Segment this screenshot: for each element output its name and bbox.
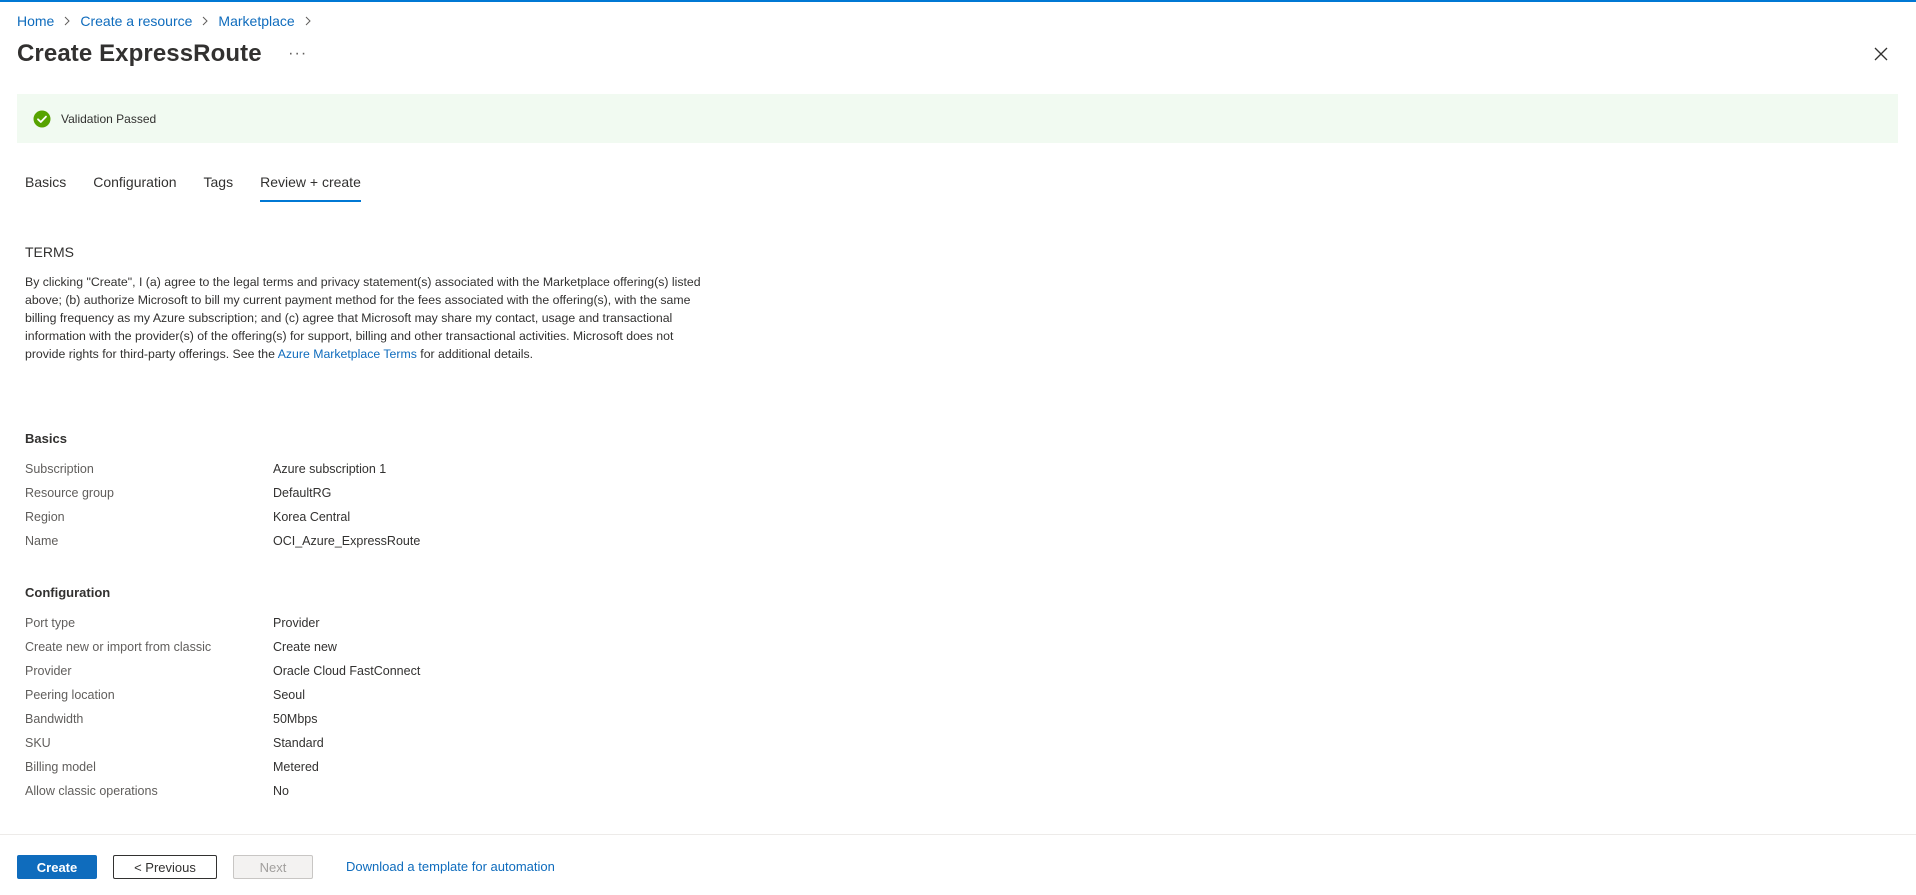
configuration-section-title: Configuration	[25, 585, 111, 600]
summary-label: Allow classic operations	[25, 784, 158, 798]
summary-value: Oracle Cloud FastConnect	[273, 664, 421, 678]
summary-row: Create new or import from classic Create…	[25, 635, 725, 659]
summary-label: Billing model	[25, 760, 96, 774]
summary-label: Peering location	[25, 688, 115, 702]
summary-value: Create new	[273, 640, 337, 654]
summary-value: Korea Central	[273, 510, 351, 524]
summary-row: Name OCI_Azure_ExpressRoute	[25, 529, 725, 553]
more-options-icon[interactable]: ···	[286, 45, 310, 63]
summary-value: Azure subscription 1	[273, 462, 387, 476]
basics-section-title: Basics	[25, 431, 67, 446]
summary-value: No	[273, 784, 289, 798]
breadcrumb: Home Create a resource Marketplace	[17, 12, 321, 30]
page-title: Create ExpressRoute	[17, 40, 262, 67]
next-button[interactable]: Next	[233, 855, 313, 879]
summary-label: Create new or import from classic	[25, 640, 212, 654]
summary-value: OCI_Azure_ExpressRoute	[273, 534, 421, 548]
terms-text-after: for additional details.	[416, 347, 534, 361]
close-icon	[1874, 47, 1888, 61]
terms-heading: TERMS	[25, 244, 74, 260]
summary-row: Subscription Azure subscription 1	[25, 457, 725, 481]
summary-label: Port type	[25, 616, 76, 630]
footer-divider	[0, 834, 1916, 835]
summary-label: Name	[25, 534, 59, 548]
summary-row: Bandwidth 50Mbps	[25, 707, 725, 731]
summary-value: Provider	[273, 616, 320, 630]
download-template-link[interactable]: Download a template for automation	[346, 859, 555, 874]
summary-value: DefaultRG	[273, 486, 332, 500]
summary-label: Bandwidth	[25, 712, 84, 726]
close-button[interactable]	[1870, 43, 1892, 65]
tab-review-create[interactable]: Review + create	[260, 172, 361, 202]
chevron-right-icon	[63, 16, 71, 26]
create-button[interactable]: Create	[17, 855, 97, 879]
summary-row: Resource group DefaultRG	[25, 481, 725, 505]
azure-marketplace-terms-link[interactable]: Azure Marketplace Terms	[278, 347, 417, 361]
chevron-right-icon	[201, 16, 209, 26]
top-accent-line	[0, 0, 1916, 2]
summary-row: Allow classic operations No	[25, 779, 725, 803]
tab-bar: Basics Configuration Tags Review + creat…	[25, 172, 388, 202]
breadcrumb-home[interactable]: Home	[17, 13, 54, 29]
tab-basics[interactable]: Basics	[25, 172, 66, 202]
validation-banner: Validation Passed	[17, 94, 1898, 143]
summary-label: Provider	[25, 664, 72, 678]
summary-label: Region	[25, 510, 65, 524]
summary-value: Standard	[273, 736, 324, 750]
summary-row: Region Korea Central	[25, 505, 725, 529]
summary-label: Subscription	[25, 462, 94, 476]
previous-button[interactable]: < Previous	[113, 855, 217, 879]
summary-row: Peering location Seoul	[25, 683, 725, 707]
breadcrumb-marketplace[interactable]: Marketplace	[218, 13, 294, 29]
summary-value: Metered	[273, 760, 319, 774]
summary-label: SKU	[25, 736, 51, 750]
summary-value: 50Mbps	[273, 712, 318, 726]
terms-text: By clicking "Create", I (a) agree to the…	[25, 273, 715, 363]
check-circle-icon	[33, 110, 51, 127]
summary-label: Resource group	[25, 486, 114, 500]
tab-configuration[interactable]: Configuration	[93, 172, 176, 202]
summary-row: SKU Standard	[25, 731, 725, 755]
summary-row: Provider Oracle Cloud FastConnect	[25, 659, 725, 683]
summary-value: Seoul	[273, 688, 305, 702]
breadcrumb-create-a-resource[interactable]: Create a resource	[80, 13, 192, 29]
validation-status-text: Validation Passed	[61, 111, 157, 126]
chevron-right-icon	[304, 16, 312, 26]
title-row: Create ExpressRoute ···	[17, 38, 310, 70]
summary-row: Billing model Metered	[25, 755, 725, 779]
tab-tags[interactable]: Tags	[204, 172, 234, 202]
summary-row: Port type Provider	[25, 611, 725, 635]
